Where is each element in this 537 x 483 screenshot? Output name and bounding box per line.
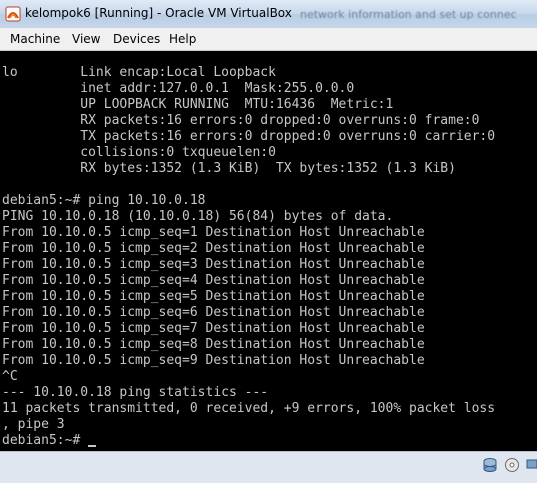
virtualbox-app-icon <box>5 6 21 22</box>
terminal-line: From 10.10.0.5 icmp_seq=4 Destination Ho… <box>2 273 425 288</box>
terminal-line: PING 10.10.0.18 (10.10.0.18) 56(84) byte… <box>2 209 394 224</box>
terminal-line: From 10.10.0.5 icmp_seq=1 Destination Ho… <box>2 225 425 240</box>
hard-disk-icon[interactable] <box>482 457 498 473</box>
terminal-line: TX packets:16 errors:0 dropped:0 overrun… <box>2 129 496 144</box>
terminal-line: collisions:0 txqueuelen:0 <box>2 145 276 160</box>
window-titlebar[interactable]: kelompok6 [Running] - Oracle VM VirtualB… <box>0 0 537 28</box>
terminal-output: lo Link encap:Local Loopback inet addr:1… <box>2 65 495 449</box>
terminal-line: From 10.10.0.5 icmp_seq=7 Destination Ho… <box>2 321 425 336</box>
optical-drive-icon[interactable] <box>504 457 520 473</box>
window-title: kelompok6 [Running] - Oracle VM VirtualB… <box>25 6 292 20</box>
terminal-line: debian5:~# ping 10.10.0.18 <box>2 193 206 208</box>
terminal-line: From 10.10.0.5 icmp_seq=5 Destination Ho… <box>2 289 425 304</box>
terminal-line: 11 packets transmitted, 0 received, +9 e… <box>2 401 496 416</box>
terminal-prompt-line[interactable]: debian5:~# <box>2 433 495 449</box>
terminal-line: --- 10.10.0.18 ping statistics --- <box>2 385 269 400</box>
terminal-line: lo Link encap:Local Loopback <box>2 65 276 80</box>
menu-machine[interactable]: Machine <box>10 32 60 46</box>
background-window-text: network information and set up connec <box>300 8 517 21</box>
menu-help[interactable]: Help <box>169 32 196 46</box>
menu-bar: Machine View Devices Help <box>0 28 537 51</box>
terminal-line: inet addr:127.0.0.1 Mask:255.0.0.0 <box>2 81 355 96</box>
terminal-line: UP LOOPBACK RUNNING MTU:16436 Metric:1 <box>2 97 394 112</box>
terminal-line: From 10.10.0.5 icmp_seq=6 Destination Ho… <box>2 305 425 320</box>
menu-devices[interactable]: Devices <box>113 32 160 46</box>
network-icon[interactable] <box>525 457 537 473</box>
terminal-line: From 10.10.0.5 icmp_seq=3 Destination Ho… <box>2 257 425 272</box>
terminal-cursor <box>88 445 97 447</box>
vm-screen[interactable]: lo Link encap:Local Loopback inet addr:1… <box>0 51 537 451</box>
terminal-prompt: debian5:~# <box>2 433 89 448</box>
terminal-line: RX packets:16 errors:0 dropped:0 overrun… <box>2 113 480 128</box>
terminal-line: From 10.10.0.5 icmp_seq=9 Destination Ho… <box>2 353 425 368</box>
terminal-line: RX bytes:1352 (1.3 KiB) TX bytes:1352 (1… <box>2 161 456 176</box>
terminal-line: From 10.10.0.5 icmp_seq=8 Destination Ho… <box>2 337 425 352</box>
terminal-line: ^C <box>2 369 18 384</box>
status-bar <box>0 451 537 483</box>
terminal-line: From 10.10.0.5 icmp_seq=2 Destination Ho… <box>2 241 425 256</box>
terminal-line: , pipe 3 <box>2 417 65 432</box>
menu-view[interactable]: View <box>72 32 100 46</box>
